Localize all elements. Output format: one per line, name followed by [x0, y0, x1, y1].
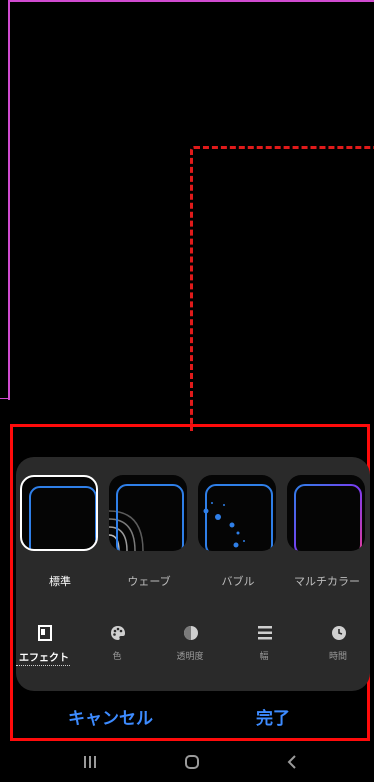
edge-lighting-panel: 標準 ウェーブ バブル マルチカラー エフェクト 色 透明度 幅 時間	[16, 457, 370, 691]
settings-tabs: エフェクト 色 透明度 幅 時間	[16, 625, 370, 685]
tab-time[interactable]: 時間	[306, 625, 370, 677]
tab-label: 時間	[328, 652, 347, 662]
effect-option-wave[interactable]: ウェーブ	[109, 475, 189, 588]
home-icon[interactable]	[177, 752, 207, 772]
effect-option-multicolor[interactable]: マルチカラー	[287, 475, 367, 588]
recent-apps-icon[interactable]	[75, 752, 105, 772]
tab-label: 幅	[259, 652, 269, 662]
wave-effect-thumbnail	[109, 475, 187, 551]
done-button[interactable]: 完了	[256, 704, 290, 729]
effect-label: マルチカラー	[294, 575, 360, 588]
effect-label: バブル	[221, 575, 255, 588]
tab-transparency[interactable]: 透明度	[158, 625, 222, 677]
effect-option-bubble[interactable]: バブル	[198, 475, 278, 588]
frame-line-top	[8, 0, 374, 2]
bubble-effect-thumbnail	[198, 475, 276, 551]
lighting-preview-outline	[190, 146, 374, 431]
effect-option-standard[interactable]: 標準	[20, 475, 100, 588]
navigation-bar	[0, 742, 374, 782]
tab-effect[interactable]: エフェクト	[12, 625, 76, 677]
tab-label: エフェクト	[19, 653, 69, 664]
tab-color[interactable]: 色	[85, 625, 149, 677]
action-bar: キャンセル 完了	[16, 700, 370, 736]
frame-line-left	[8, 0, 10, 400]
effect-label: ウェーブ	[127, 575, 171, 588]
effects-list: 標準 ウェーブ バブル マルチカラー	[16, 475, 370, 588]
multicolor-effect-thumbnail	[287, 475, 365, 551]
tab-width[interactable]: 幅	[232, 625, 296, 677]
tab-label: 色	[112, 652, 122, 662]
clock-icon	[332, 626, 346, 640]
effect-label: 標準	[49, 575, 71, 588]
width-icon	[258, 626, 272, 640]
palette-icon	[111, 626, 125, 640]
cancel-button[interactable]: キャンセル	[68, 704, 153, 729]
standard-effect-thumbnail	[20, 475, 98, 551]
tab-label: 透明度	[176, 652, 204, 662]
back-icon[interactable]	[278, 752, 308, 772]
effect-icon	[38, 625, 52, 641]
frame-tick	[0, 398, 10, 399]
transparency-icon	[184, 626, 198, 640]
tab-active-underline	[16, 665, 70, 666]
